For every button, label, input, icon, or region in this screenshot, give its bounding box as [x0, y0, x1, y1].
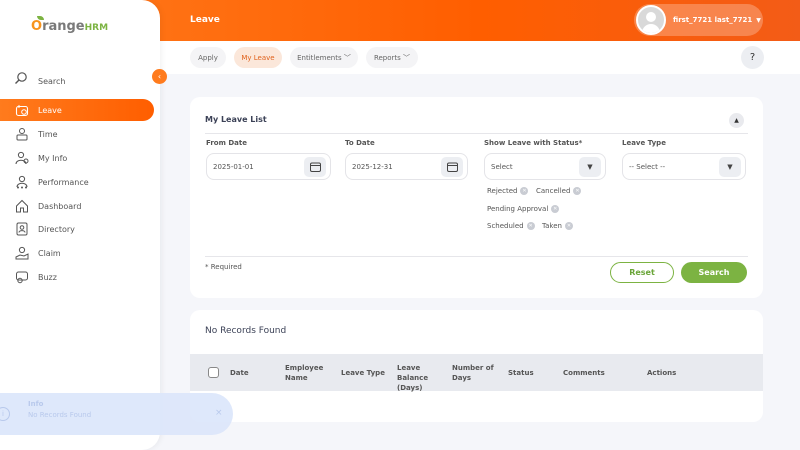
status-chip-scheduled: Scheduled ✕ — [487, 222, 535, 230]
from-date-value: 2025-01-01 — [213, 162, 254, 171]
records-count: No Records Found — [205, 326, 287, 336]
sidebar-item-label: Dashboard — [38, 201, 82, 211]
performance-icon — [16, 175, 28, 189]
sidebar-item-label: Buzz — [38, 272, 57, 282]
status-select[interactable]: Select ▼ — [484, 153, 606, 180]
column-header-status: Status — [508, 369, 534, 377]
remove-chip-icon[interactable]: ✕ — [551, 205, 560, 213]
sidebar-item-label: Performance — [38, 177, 89, 187]
column-header-leave-type: Leave Type — [341, 369, 385, 377]
info-toast: i Info No Records Found × — [0, 393, 233, 435]
leave-type-select[interactable]: -- Select -- ▼ — [622, 153, 746, 180]
sidebar-item-leave[interactable]: Leave — [0, 99, 154, 121]
leave-type-value: -- Select -- — [629, 162, 666, 171]
sidebar-item-performance[interactable]: Performance — [0, 171, 154, 193]
sidebar-search[interactable]: Search — [14, 69, 65, 86]
column-header-actions: Actions — [647, 369, 677, 377]
sidebar-item-label: My Info — [38, 153, 68, 163]
column-header-employee-name: Employee Name — [285, 364, 324, 382]
page-title: Leave — [190, 15, 220, 25]
close-icon[interactable]: × — [215, 408, 223, 418]
my-info-icon — [15, 151, 29, 165]
search-button[interactable]: Search — [681, 262, 747, 283]
sidebar-item-label: Directory — [38, 224, 75, 234]
toast-message: No Records Found — [28, 411, 92, 419]
column-header-number-of-days: Number of Days — [452, 364, 494, 382]
user-name: first_7721 last_7721 — [673, 16, 753, 24]
status-chip-pending-approval: Pending Approval ✕ — [487, 205, 560, 213]
directory-icon — [16, 222, 28, 236]
table-header: Date Employee Name Leave Type Leave Bala… — [190, 354, 763, 392]
tab-reports[interactable]: Reports ﹀ — [366, 47, 418, 68]
to-date-input[interactable]: 2025-12-31 — [345, 153, 468, 180]
sidebar-item-label: Leave — [38, 105, 62, 115]
search-label: Search — [38, 77, 66, 86]
user-dropdown[interactable]: first_7721 last_7721 ▼ — [634, 4, 763, 36]
orangehrm-logo: OrangeHRM — [31, 16, 108, 34]
column-header-comments: Comments — [563, 369, 605, 377]
leave-type-label: Leave Type — [622, 139, 666, 147]
required-note: * Required — [205, 263, 242, 271]
help-button[interactable]: ? — [741, 46, 764, 69]
sidebar: OrangeHRM Search ‹ Leave Time My Info Pe… — [0, 0, 167, 450]
column-header-date: Date — [230, 369, 249, 377]
leave-filter-card: My Leave List ▲ From Date 2025-01-01 To … — [190, 97, 763, 298]
claim-icon — [15, 246, 29, 260]
search-icon — [15, 71, 27, 84]
divider — [205, 133, 748, 134]
status-select-value: Select — [491, 162, 513, 171]
to-date-label: To Date — [345, 139, 375, 147]
remove-chip-icon[interactable]: ✕ — [564, 222, 573, 230]
toast-title: Info — [28, 400, 44, 408]
sidebar-item-label: Claim — [38, 248, 61, 258]
remove-chip-icon[interactable]: ✕ — [573, 187, 582, 195]
from-date-input[interactable]: 2025-01-01 — [206, 153, 331, 180]
avatar — [636, 5, 666, 35]
top-nav-tabs: Apply My Leave Entitlements ﹀ Reports ﹀ … — [160, 41, 800, 74]
remove-chip-icon[interactable]: ✕ — [526, 222, 535, 230]
dashboard-icon — [16, 199, 28, 213]
collapse-card-button[interactable]: ▲ — [729, 113, 744, 128]
card-title: My Leave List — [205, 115, 267, 124]
sidebar-item-my-info[interactable]: My Info — [0, 147, 154, 169]
buzz-icon — [16, 271, 28, 284]
sidebar-item-claim[interactable]: Claim — [0, 242, 154, 264]
status-chip-taken: Taken ✕ — [542, 222, 573, 230]
calendar-icon[interactable] — [304, 157, 326, 177]
tab-my-leave[interactable]: My Leave — [234, 47, 282, 68]
status-chip-rejected: Rejected ✕ — [487, 187, 529, 195]
sidebar-item-directory[interactable]: Directory — [0, 218, 154, 240]
info-icon: i — [0, 407, 10, 421]
sidebar-item-label: Time — [38, 129, 58, 139]
leave-icon — [15, 105, 29, 117]
sidebar-item-buzz[interactable]: Buzz — [0, 266, 154, 288]
reset-button[interactable]: Reset — [610, 262, 674, 283]
calendar-icon[interactable] — [441, 157, 463, 177]
column-header-leave-balance: Leave Balance (Days) — [397, 364, 429, 392]
remove-chip-icon[interactable]: ✕ — [520, 187, 529, 195]
from-date-label: From Date — [206, 139, 247, 147]
sidebar-item-dashboard[interactable]: Dashboard — [0, 195, 154, 217]
tab-entitlements[interactable]: Entitlements ﹀ — [290, 47, 358, 68]
tab-apply[interactable]: Apply — [190, 47, 226, 68]
divider — [205, 256, 748, 257]
to-date-value: 2025-12-31 — [352, 162, 393, 171]
caret-down-icon: ▼ — [756, 16, 761, 24]
sidebar-item-time[interactable]: Time — [0, 123, 154, 145]
select-all-checkbox[interactable] — [208, 367, 219, 378]
status-label: Show Leave with Status* — [484, 139, 583, 147]
chevron-down-icon[interactable]: ▼ — [719, 157, 741, 177]
chevron-down-icon[interactable]: ▼ — [579, 157, 601, 177]
status-chip-cancelled: Cancelled ✕ — [536, 187, 582, 195]
time-icon — [16, 128, 28, 141]
collapse-sidebar-button[interactable]: ‹ — [152, 69, 167, 84]
